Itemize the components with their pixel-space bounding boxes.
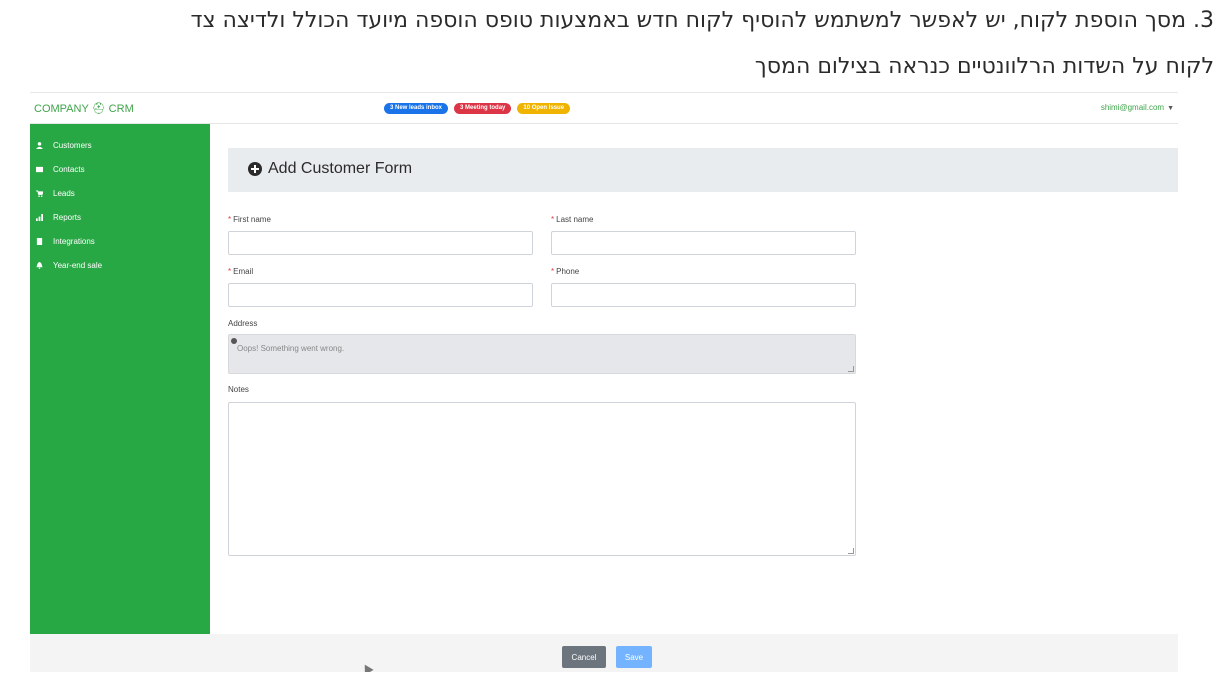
chevron-down-icon: ▼ bbox=[1167, 105, 1174, 112]
sidebar-item-label: Reports bbox=[53, 213, 82, 222]
badge-new-leads[interactable]: 3 New leads inbox bbox=[384, 103, 449, 114]
user-email: shimi@gmail.com bbox=[1100, 103, 1165, 112]
sidebar-item-integrations[interactable]: Integrations bbox=[36, 237, 95, 246]
resize-handle-icon[interactable] bbox=[848, 548, 854, 554]
first-name-label: * First name bbox=[228, 215, 271, 224]
chart-icon bbox=[36, 214, 43, 221]
crm-screenshot: COMPANY ⛑ CRM 3 New leads inbox 3 Meetin… bbox=[30, 92, 1178, 672]
last-name-input[interactable] bbox=[551, 231, 856, 255]
phone-label-text: Phone bbox=[556, 267, 580, 276]
sidebar-item-label: Year-end sale bbox=[53, 261, 103, 270]
sidebar-item-contacts[interactable]: Contacts bbox=[36, 165, 85, 174]
sidebar-item-year-end-sale[interactable]: Year-end sale bbox=[36, 261, 102, 270]
badge-open-issues[interactable]: 10 Open Issue bbox=[517, 103, 571, 114]
required-mark: * bbox=[551, 215, 555, 224]
cart-icon bbox=[36, 190, 43, 197]
notes-label: Notes bbox=[228, 385, 249, 394]
sidebar-item-label: Contacts bbox=[53, 165, 85, 174]
top-navbar: COMPANY ⛑ CRM 3 New leads inbox 3 Meetin… bbox=[30, 92, 1178, 124]
sidebar-item-label: Integrations bbox=[53, 237, 95, 246]
email-field[interactable] bbox=[228, 283, 533, 307]
first-name-label-text: First name bbox=[233, 215, 271, 224]
last-name-label-text: Last name bbox=[556, 215, 594, 224]
user-icon bbox=[36, 142, 43, 149]
notification-badges: 3 New leads inbox 3 Meeting today 10 Ope… bbox=[384, 103, 571, 114]
mouse-cursor-icon bbox=[360, 662, 374, 672]
form-title-group: Add Customer Form bbox=[248, 160, 412, 178]
phone-field[interactable] bbox=[551, 283, 856, 307]
brand-logo[interactable]: COMPANY ⛑ CRM bbox=[34, 102, 134, 115]
user-menu[interactable]: shimi@gmail.com ▼ bbox=[1101, 103, 1174, 112]
address-card-icon bbox=[36, 166, 43, 173]
cancel-button[interactable]: Cancel bbox=[562, 646, 606, 668]
required-mark: * bbox=[228, 215, 232, 224]
first-name-input[interactable] bbox=[228, 231, 533, 255]
resize-handle-icon[interactable] bbox=[848, 366, 854, 372]
save-button[interactable]: Save bbox=[616, 646, 652, 668]
sidebar-item-label: Customers bbox=[53, 141, 92, 150]
document-line-1: 3. מסך הוספת לקוח, יש לאפשר למשתמש להוסי… bbox=[190, 8, 1214, 33]
plus-circle-icon bbox=[248, 162, 262, 176]
plug-icon bbox=[36, 238, 43, 245]
required-mark: * bbox=[228, 267, 232, 276]
bell-icon bbox=[36, 262, 43, 269]
email-label: * Email bbox=[228, 267, 253, 276]
address-error-message: Oops! Something went wrong. bbox=[237, 344, 345, 353]
address-label: Address bbox=[228, 319, 258, 328]
required-mark: * bbox=[551, 267, 555, 276]
page-title: Add Customer Form bbox=[268, 160, 413, 177]
phone-label: * Phone bbox=[551, 267, 579, 276]
sidebar: Customers Contacts Leads Reports Integra… bbox=[30, 124, 210, 634]
last-name-label: * Last name bbox=[551, 215, 593, 224]
form-footer: Cancel Save bbox=[30, 634, 1178, 672]
notes-textarea[interactable] bbox=[228, 402, 856, 556]
email-label-text: Email bbox=[233, 267, 254, 276]
sidebar-item-leads[interactable]: Leads bbox=[36, 189, 75, 198]
badge-meetings[interactable]: 3 Meeting today bbox=[454, 103, 512, 114]
sidebar-item-customers[interactable]: Customers bbox=[36, 141, 92, 150]
sidebar-item-reports[interactable]: Reports bbox=[36, 213, 81, 222]
form-header: Add Customer Form bbox=[228, 148, 1178, 192]
document-line-2: לקוח על השדות הרלוונטיים כנראה בצילום המ… bbox=[754, 54, 1214, 79]
sidebar-item-label: Leads bbox=[53, 189, 75, 198]
address-field[interactable]: Oops! Something went wrong. bbox=[228, 334, 856, 374]
